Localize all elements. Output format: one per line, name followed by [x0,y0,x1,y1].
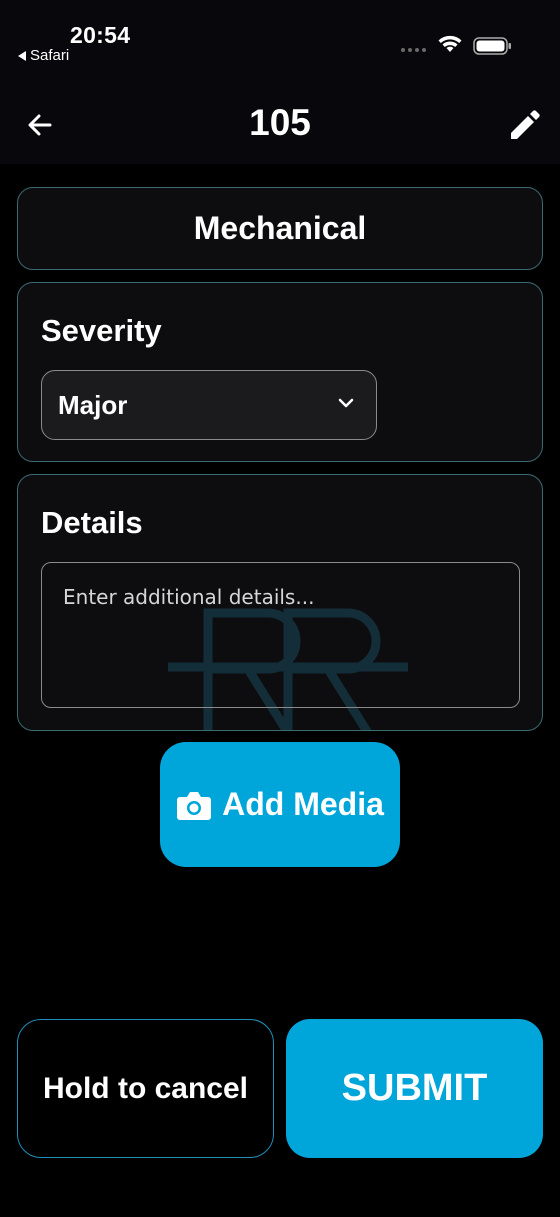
severity-selected-value: Major [58,389,128,420]
hold-to-cancel-button[interactable]: Hold to cancel [17,1019,274,1158]
back-triangle-icon [18,50,26,61]
category-card[interactable]: Mechanical [17,187,543,270]
details-card: Details [17,474,543,731]
wifi-icon [438,35,462,52]
details-label: Details [41,505,143,540]
submit-label: SUBMIT [341,1067,488,1109]
signal-icon [401,48,426,52]
pencil-icon[interactable] [508,108,542,142]
category-label: Mechanical [193,210,367,246]
status-time: 20:54 [70,22,131,48]
add-media-label: Add Media [222,786,384,822]
add-media-button[interactable]: Add Media [160,742,400,867]
severity-select[interactable]: Major [41,370,377,440]
back-to-safari-link[interactable]: Safari [18,47,69,64]
cancel-label: Hold to cancel [42,1071,249,1105]
submit-button[interactable]: SUBMIT [286,1019,543,1158]
status-bar: 20:54 Safari [0,0,560,80]
details-textarea[interactable] [41,562,520,708]
chevron-down-icon [338,398,354,408]
back-app-label: Safari [30,47,70,64]
page-title: 105 [249,102,311,143]
battery-icon [473,37,511,55]
severity-label: Severity [41,313,162,348]
camera-icon [177,791,212,820]
app-header: 105 [0,80,560,164]
severity-card: Severity Major [17,282,543,462]
